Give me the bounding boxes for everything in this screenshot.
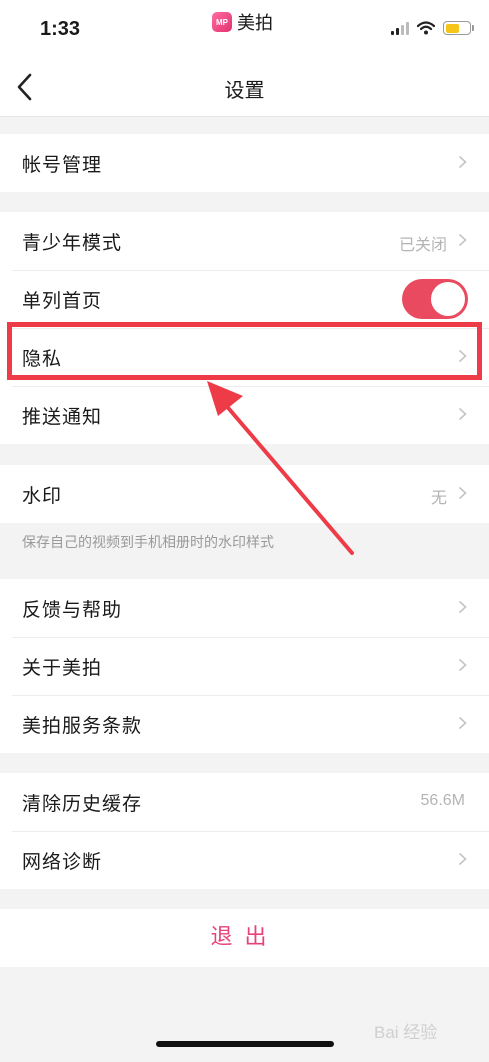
home-indicator[interactable] <box>156 1041 334 1047</box>
annotation-arrow-icon <box>207 381 354 555</box>
baidu-watermark: Bai 经验 <box>374 1023 438 1042</box>
